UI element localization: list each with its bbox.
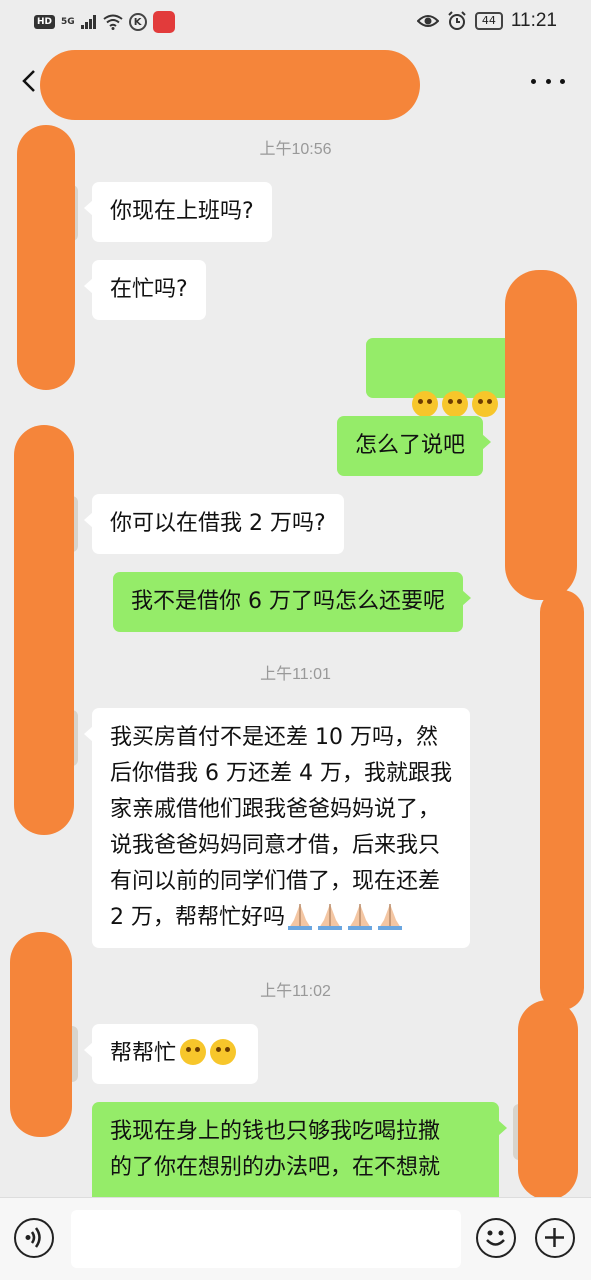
message-text: 在忙吗? <box>110 277 188 302</box>
dizzy-face-emoji <box>471 391 498 417</box>
message-text: 我买房首付不是还差 10 万吗，然 后你借我 6 万还差 4 万，我就跟我 家亲… <box>110 725 452 930</box>
timestamp: 上午11:02 <box>260 983 331 1000</box>
voice-button[interactable] <box>14 1218 54 1258</box>
eye-icon <box>416 15 439 27</box>
emoji-button[interactable] <box>476 1218 516 1258</box>
timestamp: 上午10:56 <box>259 141 332 158</box>
message-text: 你可以在借我 2 万吗? <box>110 511 326 536</box>
redaction-scribble <box>10 932 72 1137</box>
folded-hands-emoji <box>318 904 342 930</box>
k-app-icon: K <box>128 13 147 31</box>
redaction-scribble <box>505 270 577 600</box>
status-bar: HD 5G K 44 11:21 <box>0 0 591 44</box>
message-bubble-outgoing[interactable]: 我不是借你 6 万了吗怎么还要呢 <box>113 572 471 632</box>
smiley-icon <box>486 1230 505 1246</box>
redaction-scribble <box>17 125 75 390</box>
status-right: 44 11:21 <box>416 10 557 32</box>
more-dot-icon <box>560 78 565 84</box>
redaction-scribble <box>14 425 74 835</box>
message-bubble-incoming[interactable]: 帮帮忙 <box>83 1024 259 1084</box>
redaction-scribble <box>40 50 420 120</box>
clock: 11:21 <box>510 10 557 31</box>
message-input[interactable] <box>71 1210 461 1268</box>
crying-face-emoji <box>210 1039 237 1065</box>
folded-hands-emoji <box>348 904 372 930</box>
dizzy-face-emoji <box>441 391 468 417</box>
dizzy-face-emoji <box>411 391 438 417</box>
redaction-scribble <box>540 590 584 1010</box>
message-text: 怎么了说吧 <box>355 433 466 458</box>
battery-icon: 44 <box>474 12 503 30</box>
more-button[interactable] <box>531 66 565 96</box>
input-bar <box>0 1197 591 1280</box>
message-text: 我现在身上的钱也只够我吃喝拉撒 的了你在想别的办法吧，在不想就 <box>110 1119 441 1180</box>
more-dot-icon <box>545 78 551 84</box>
message-bubble-outgoing[interactable]: 我现在身上的钱也只够我吃喝拉撒 的了你在想别的办法吧，在不想就 <box>92 1102 507 1197</box>
folded-hands-emoji <box>378 904 402 930</box>
crying-face-emoji <box>180 1039 207 1065</box>
chat-area[interactable]: 上午10:56 你现在上班吗? 在忙吗? 怎么了说吧 你可以在借我 2 万吗? … <box>0 120 591 1197</box>
message-text: 帮帮忙 <box>110 1041 177 1066</box>
network-label: 5G <box>61 17 75 27</box>
status-left: HD 5G K <box>34 11 175 33</box>
timestamp: 上午11:01 <box>260 666 331 683</box>
redaction-scribble <box>518 1000 578 1197</box>
message-bubble-incoming[interactable]: 你现在上班吗? <box>84 182 272 242</box>
message-bubble-outgoing[interactable] <box>366 338 528 417</box>
message-bubble-incoming[interactable]: 你可以在借我 2 万吗? <box>84 494 344 554</box>
red-app-icon <box>152 11 175 33</box>
voice-icon <box>25 1227 41 1248</box>
more-dot-icon <box>531 78 536 84</box>
plus-icon <box>545 1228 564 1247</box>
message-bubble-incoming[interactable]: 我买房首付不是还差 10 万吗，然 后你借我 6 万还差 4 万，我就跟我 家亲… <box>84 708 470 948</box>
folded-hands-emoji <box>288 904 312 930</box>
more-functions-button[interactable] <box>535 1218 575 1258</box>
message-text: 我不是借你 6 万了吗怎么还要呢 <box>131 589 445 614</box>
wifi-icon <box>103 14 123 30</box>
hd-badge: HD <box>34 15 56 29</box>
message-bubble-outgoing[interactable]: 怎么了说吧 <box>337 416 492 476</box>
message-bubble-incoming[interactable]: 在忙吗? <box>84 260 206 320</box>
alarm-icon <box>448 11 466 30</box>
signal-icon <box>80 15 96 29</box>
message-text: 你现在上班吗? <box>110 199 254 224</box>
